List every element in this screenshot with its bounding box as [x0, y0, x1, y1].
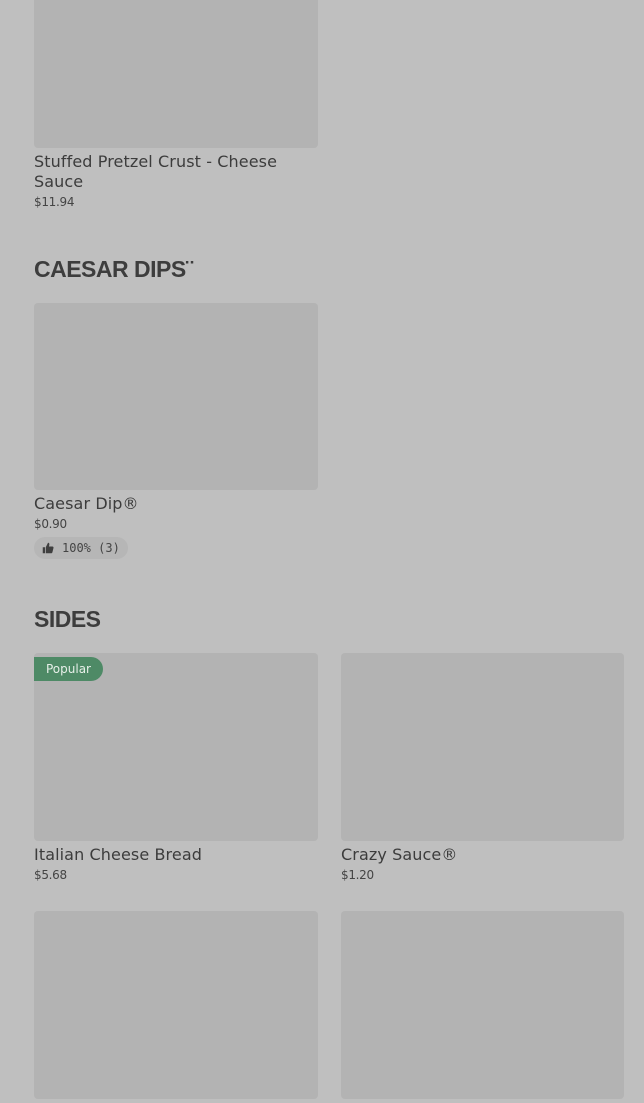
menu-item-card[interactable] — [341, 911, 624, 1103]
popular-badge: Popular — [34, 657, 103, 681]
menu-item-card[interactable] — [34, 911, 318, 1103]
thumbs-up-icon — [42, 542, 54, 554]
menu-item-name: Stuffed Pretzel Crust - Cheese Sauce — [34, 152, 278, 191]
menu-item-name: Caesar Dip® — [34, 494, 139, 513]
menu-item-image — [341, 911, 624, 1099]
menu-item-name: Italian Cheese Bread — [34, 845, 202, 864]
menu-item-image — [34, 0, 318, 148]
section-title-caesar-dips: CAESAR DIPS¨ — [34, 256, 193, 282]
menu-item-image — [34, 911, 318, 1099]
menu-item-card[interactable]: Crazy Sauce® $1.20 — [341, 653, 624, 882]
menu-item-price: $1.20 — [341, 868, 374, 882]
menu-item-card[interactable]: Stuffed Pretzel Crust - Cheese Sauce $11… — [34, 0, 318, 209]
menu-item-name: Crazy Sauce® — [341, 845, 458, 864]
menu-item-price: $0.90 — [34, 517, 67, 531]
menu-item-image — [34, 303, 318, 490]
menu-item-price: $11.94 — [34, 195, 75, 209]
menu-item-image: Popular — [34, 653, 318, 841]
section-title-sides: SIDES — [34, 606, 101, 632]
menu-item-price: $5.68 — [34, 868, 67, 882]
rating-text: 100% (3) — [62, 541, 120, 555]
menu-item-card[interactable]: Popular Italian Cheese Bread $5.68 — [34, 653, 318, 882]
rating-badge: 100% (3) — [34, 537, 128, 559]
menu-item-image — [341, 653, 624, 841]
menu-item-card[interactable]: Caesar Dip® $0.90 100% (3) — [34, 303, 318, 559]
